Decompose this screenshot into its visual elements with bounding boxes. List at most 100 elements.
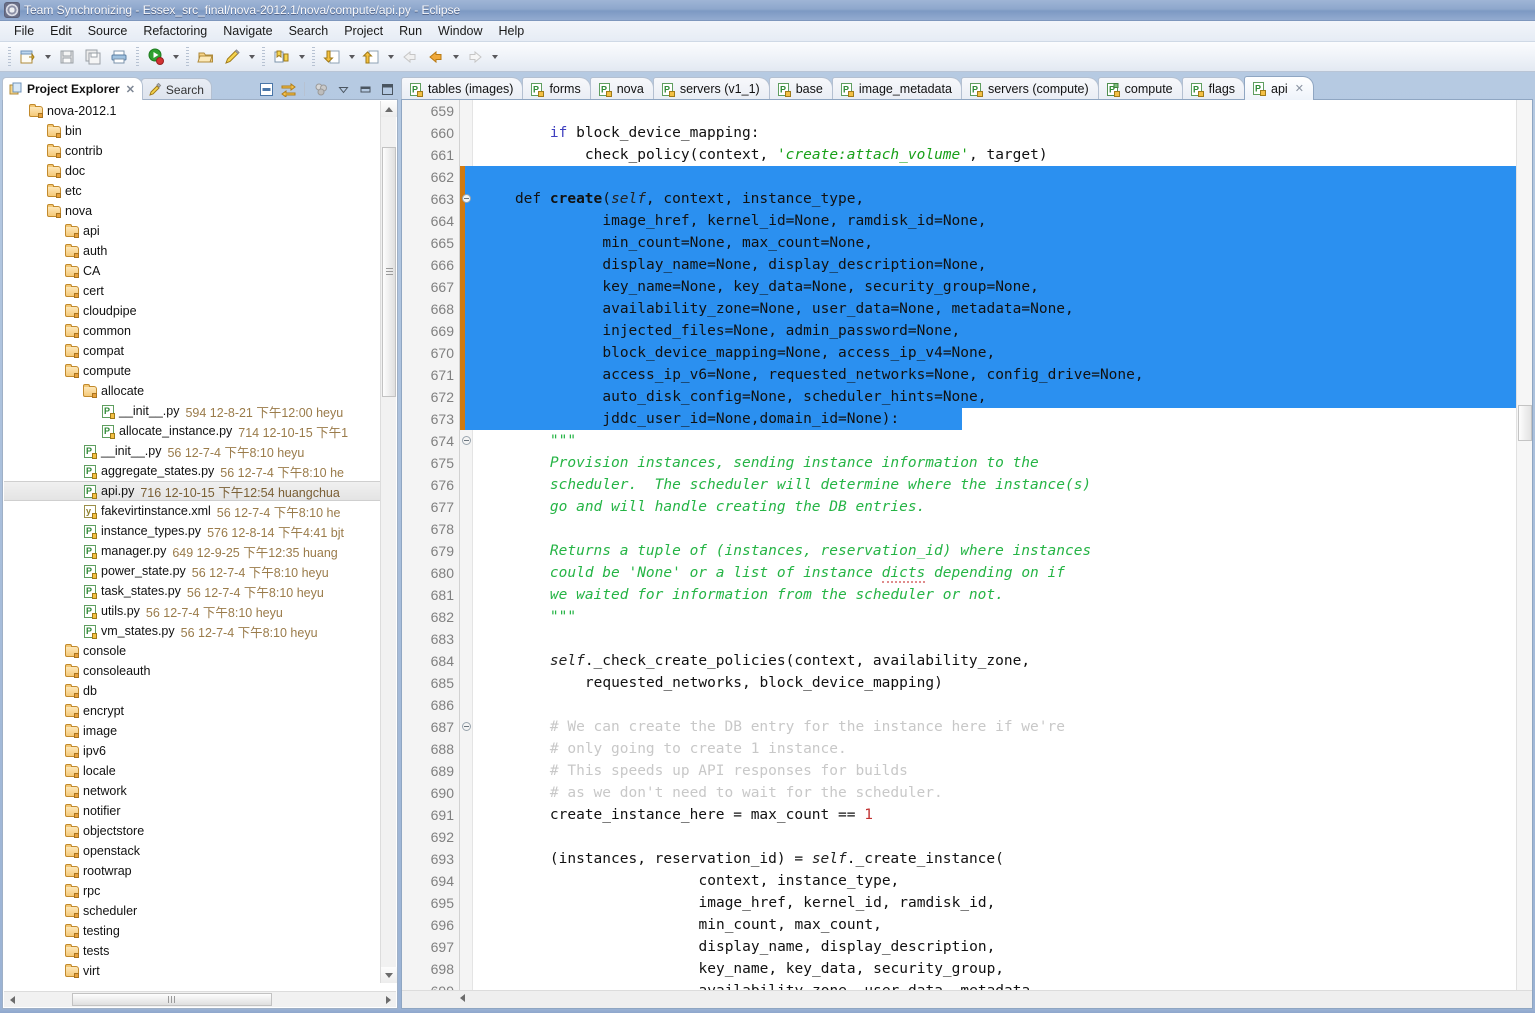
code-line[interactable]: 664 image_href, kernel_id=None, ramdisk_i…: [402, 210, 1516, 232]
scroll-down-button[interactable]: [381, 967, 397, 983]
tree-row[interactable]: nova-2012.1: [4, 101, 380, 121]
fold-collapse-icon[interactable]: [462, 194, 471, 203]
editor-tab-tables-images-[interactable]: Ptables (images): [401, 77, 524, 100]
code-line[interactable]: 671 access_ip_v6=None, requested_networks…: [402, 364, 1516, 386]
tree-row[interactable]: compute: [4, 361, 380, 381]
tree-row[interactable]: etc: [4, 181, 380, 201]
editor-scroll-left-button[interactable]: [460, 994, 465, 1002]
code-line[interactable]: 691 create_instance_here = max_count == 1: [402, 804, 1516, 826]
tree-row[interactable]: image: [4, 721, 380, 741]
code-line[interactable]: 697 display_name, display_description,: [402, 936, 1516, 958]
tree-row[interactable]: scheduler: [4, 901, 380, 921]
collapse-all-icon[interactable]: [257, 80, 275, 98]
code-line[interactable]: 668 availability_zone=None, user_data=Non…: [402, 298, 1516, 320]
tree-row[interactable]: console: [4, 641, 380, 661]
menu-refactoring[interactable]: Refactoring: [135, 22, 215, 40]
code-line[interactable]: 699 availability_zone, user_data, metadat…: [402, 980, 1516, 990]
code-line[interactable]: 685 requested_networks, block_device_mapp…: [402, 672, 1516, 694]
menu-window[interactable]: Window: [430, 22, 490, 40]
project-tree[interactable]: nova-2012.1 bin contrib doc etc nova api auth CA…: [4, 101, 380, 983]
editor-tab-forms[interactable]: Pforms: [522, 77, 591, 100]
down-arrow-doc-dropdown-icon[interactable]: [345, 45, 358, 69]
tree-row[interactable]: contrib: [4, 141, 380, 161]
tree-row[interactable]: aggregate_states.py 56 12-7-4 下午8:10 he: [4, 461, 380, 481]
code-line[interactable]: 663 def create(self, context, instance_ty…: [402, 188, 1516, 210]
pencil-dropdown-icon[interactable]: [245, 45, 258, 69]
toolbar-grip[interactable]: [262, 46, 265, 67]
tree-row-selected[interactable]: api.py 716 12-10-15 下午12:54 huangchua: [4, 481, 380, 501]
tree-row[interactable]: network: [4, 781, 380, 801]
code-line[interactable]: 694 context, instance_type,: [402, 870, 1516, 892]
minimize-icon[interactable]: [356, 80, 374, 98]
menu-help[interactable]: Help: [491, 22, 533, 40]
code-line[interactable]: 672 auto_disk_config=None, scheduler_hint…: [402, 386, 1516, 408]
tree-row[interactable]: allocate_instance.py 714 12-10-15 下午1: [4, 421, 380, 441]
tree-row[interactable]: locale: [4, 761, 380, 781]
back-dropdown-icon[interactable]: [449, 45, 462, 69]
pencil-icon[interactable]: [219, 44, 245, 70]
code-line[interactable]: 662: [402, 166, 1516, 188]
open-folder-icon[interactable]: [193, 44, 219, 70]
tab-project-explorer[interactable]: Project Explorer ✕: [2, 77, 143, 100]
editor-tab-servers-compute-[interactable]: Pservers (compute): [960, 77, 1099, 100]
editor-tab-api[interactable]: Papi ✕: [1244, 76, 1314, 100]
menu-project[interactable]: Project: [336, 22, 391, 40]
code-editor[interactable]: 659 660 if block_device_mapping: 661 check_p…: [401, 99, 1533, 1009]
tree-row[interactable]: cert: [4, 281, 380, 301]
code-line[interactable]: 670 block_device_mapping=None, access_ip_…: [402, 342, 1516, 364]
tree-row[interactable]: doc: [4, 161, 380, 181]
tree-row[interactable]: nova: [4, 201, 380, 221]
editor-tab-base[interactable]: Pbase: [768, 77, 833, 100]
code-line[interactable]: 661 check_policy(context, 'create:attach_…: [402, 144, 1516, 166]
run-dropdown-icon[interactable]: [169, 45, 182, 69]
code-line[interactable]: 690 # as we don't need to wait for the sc…: [402, 782, 1516, 804]
back-arrow-icon[interactable]: [423, 44, 449, 70]
code-line[interactable]: 683: [402, 628, 1516, 650]
tree-row[interactable]: virt: [4, 961, 380, 981]
code-line[interactable]: 695 image_href, kernel_id, ramdisk_id,: [402, 892, 1516, 914]
menu-run[interactable]: Run: [391, 22, 430, 40]
forward-dropdown-icon[interactable]: [488, 45, 501, 69]
menu-search[interactable]: Search: [281, 22, 337, 40]
run-icon[interactable]: [143, 44, 169, 70]
tree-row[interactable]: rootwrap: [4, 861, 380, 881]
tree-row[interactable]: ipv6: [4, 741, 380, 761]
tree-row[interactable]: testing: [4, 921, 380, 941]
toolbar-grip[interactable]: [136, 46, 139, 67]
tree-row[interactable]: db: [4, 681, 380, 701]
up-arrow-doc-dropdown-icon[interactable]: [384, 45, 397, 69]
tree-row[interactable]: power_state.py 56 12-7-4 下午8:10 heyu: [4, 561, 380, 581]
editor-tab-image-metadata[interactable]: Pimage_metadata: [831, 77, 962, 100]
tree-row[interactable]: rpc: [4, 881, 380, 901]
editor-tab-flags[interactable]: Pflags: [1181, 77, 1246, 100]
tree-row[interactable]: openstack: [4, 841, 380, 861]
scroll-thumb[interactable]: [382, 147, 396, 397]
code-line[interactable]: 686: [402, 694, 1516, 716]
up-arrow-doc-icon[interactable]: [358, 44, 384, 70]
print-icon[interactable]: [106, 44, 132, 70]
code-line[interactable]: 676 scheduler. The scheduler will determi…: [402, 474, 1516, 496]
toolbar-grip[interactable]: [8, 46, 11, 67]
code-line[interactable]: 696 min_count, max_count,: [402, 914, 1516, 936]
editor-tab-compute[interactable]: Pcompute: [1097, 77, 1183, 100]
tree-row[interactable]: cloudpipe: [4, 301, 380, 321]
scroll-thumb-horizontal[interactable]: [72, 993, 272, 1006]
tree-row[interactable]: auth: [4, 241, 380, 261]
tree-row[interactable]: CA: [4, 261, 380, 281]
tree-horizontal-scrollbar[interactable]: [4, 991, 396, 1007]
tree-row[interactable]: compat: [4, 341, 380, 361]
tree-row[interactable]: bin: [4, 121, 380, 141]
code-line[interactable]: 659: [402, 100, 1516, 122]
code-line[interactable]: 669 injected_files=None, admin_password=N…: [402, 320, 1516, 342]
tree-vertical-scrollbar[interactable]: [380, 101, 397, 983]
code-line[interactable]: 674 """: [402, 430, 1516, 452]
annotation-icon[interactable]: [269, 44, 295, 70]
menu-navigate[interactable]: Navigate: [215, 22, 280, 40]
tree-row[interactable]: vm_states.py 56 12-7-4 下午8:10 heyu: [4, 621, 380, 641]
close-icon[interactable]: ✕: [1295, 82, 1304, 95]
toolbar-grip[interactable]: [186, 46, 189, 67]
code-line[interactable]: 693 (instances, reservation_id) = self._c…: [402, 848, 1516, 870]
new-file-dropdown-icon[interactable]: [41, 45, 54, 69]
code-line[interactable]: 689 # This speeds up API responses for bu…: [402, 760, 1516, 782]
tree-row[interactable]: fakevirtinstance.xml 56 12-7-4 下午8:10 he: [4, 501, 380, 521]
